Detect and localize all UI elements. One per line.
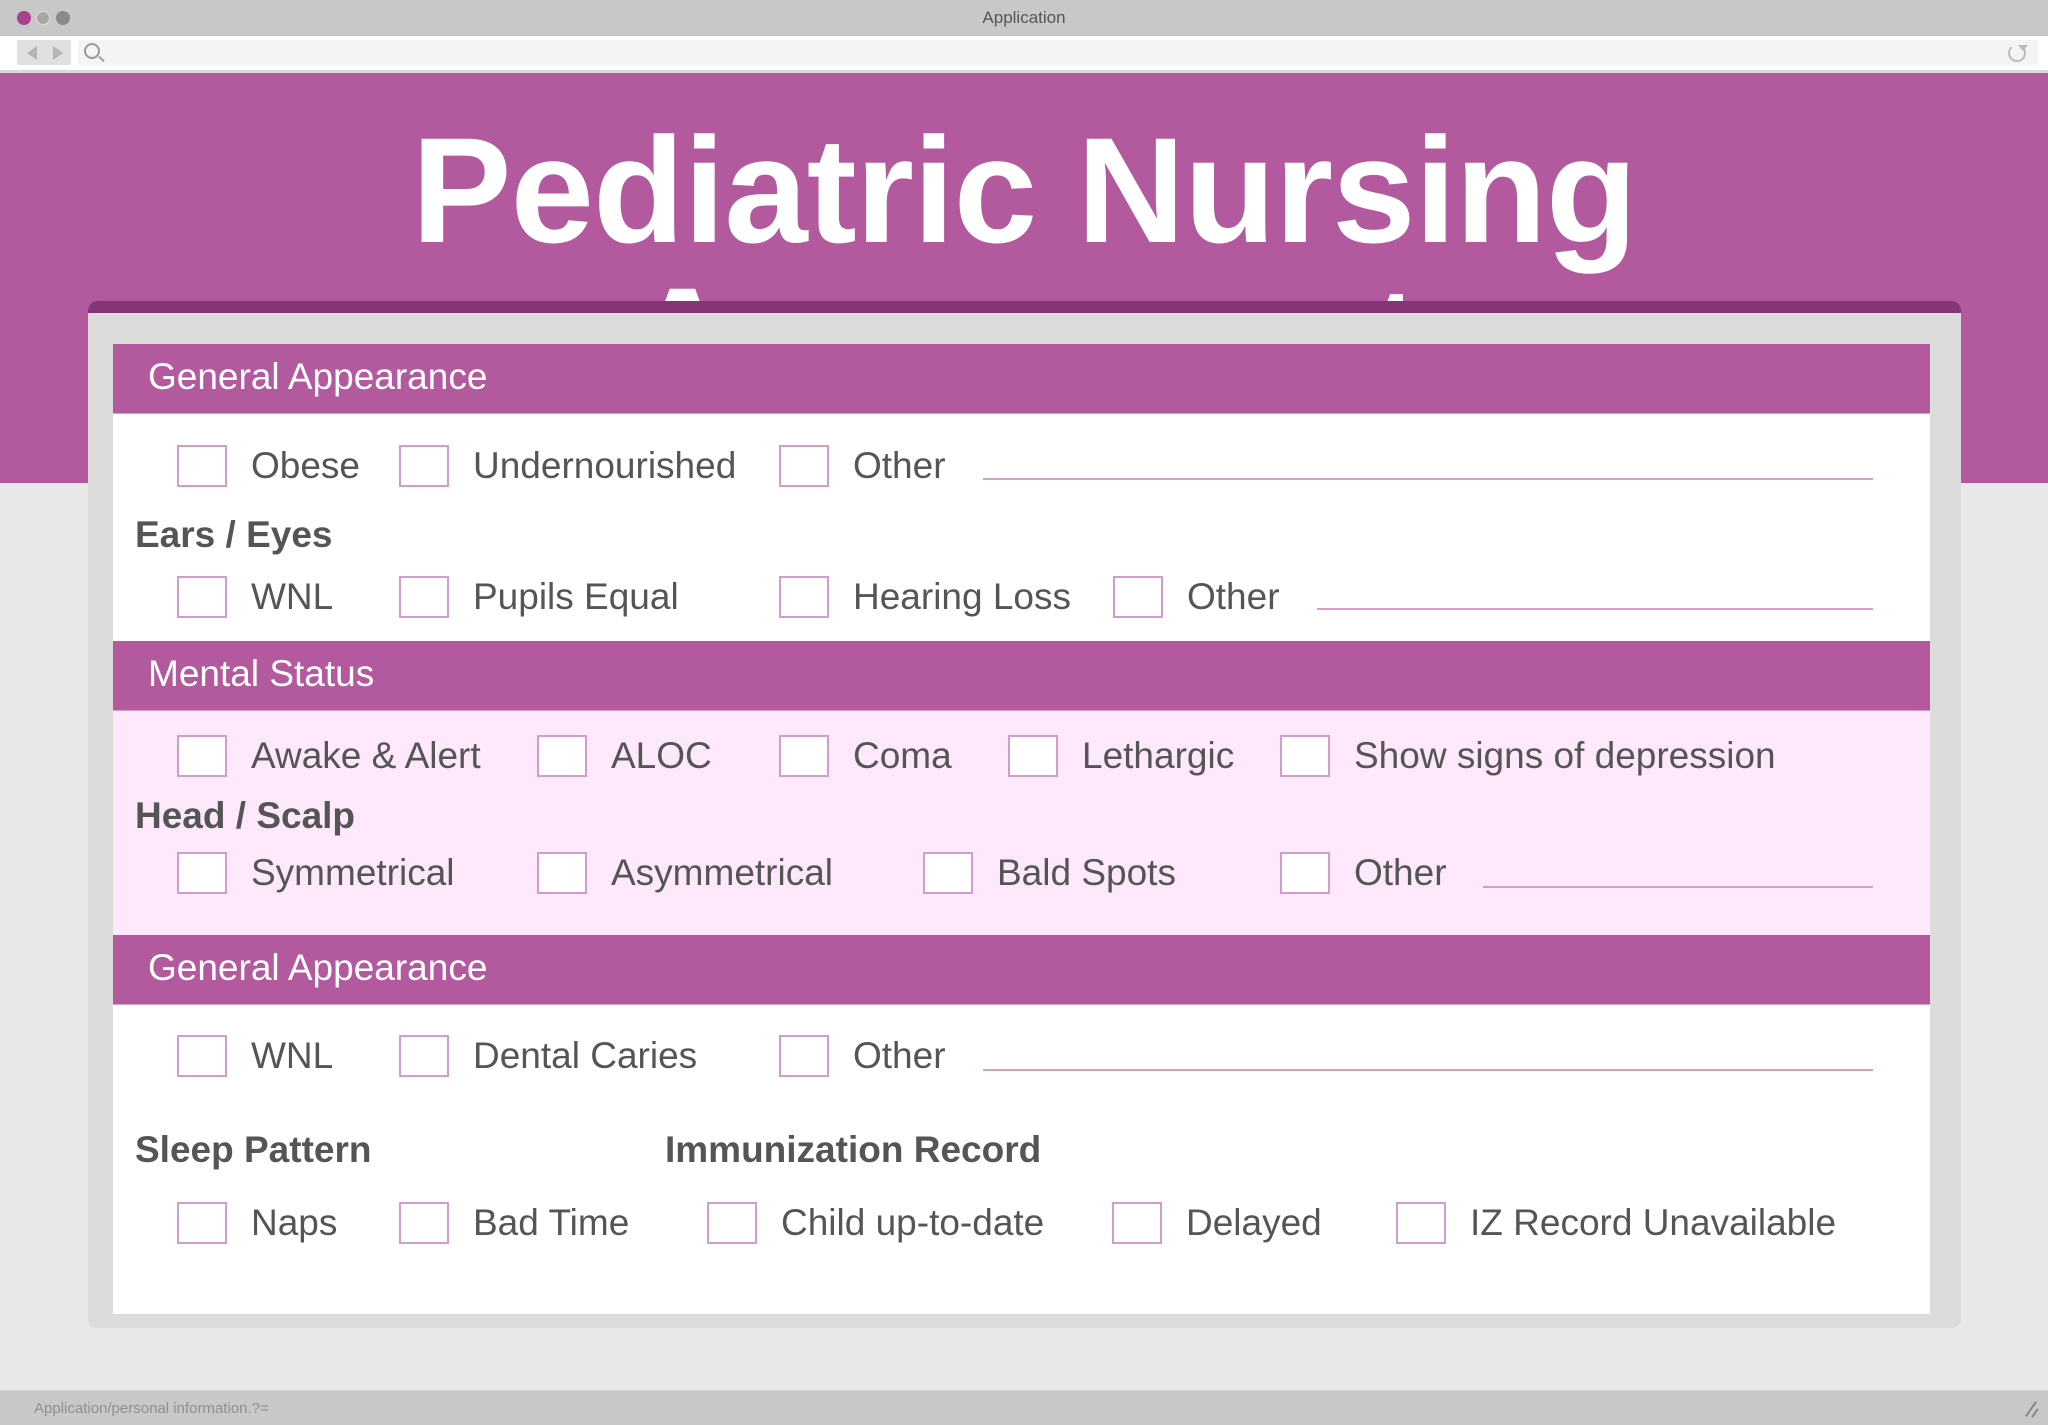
window-titlebar: Application (0, 0, 2048, 36)
checkbox[interactable] (779, 735, 829, 777)
reload-icon[interactable] (2008, 44, 2028, 62)
checkbox[interactable] (399, 1035, 449, 1077)
checkbox[interactable] (177, 1035, 227, 1077)
checkbox[interactable] (923, 852, 973, 894)
option-delayed[interactable]: Delayed (1112, 1202, 1322, 1244)
option-wnl[interactable]: WNL (177, 576, 333, 618)
option-aloc[interactable]: ALOC (537, 735, 712, 777)
checkbox[interactable] (779, 445, 829, 487)
status-text: Application/personal information.?= (34, 1400, 269, 1417)
other-text-line[interactable] (1483, 886, 1873, 888)
resize-grip-icon[interactable] (2024, 1401, 2040, 1417)
checkbox[interactable] (1008, 735, 1058, 777)
option-dental-caries[interactable]: Dental Caries (399, 1035, 697, 1077)
option-asymmetrical[interactable]: Asymmetrical (537, 852, 833, 894)
option-iz-record-unavailable[interactable]: IZ Record Unavailable (1396, 1202, 1836, 1244)
option-child-up-to-date[interactable]: Child up-to-date (707, 1202, 1044, 1244)
section-header-mental-status: Mental Status (113, 641, 1930, 711)
section-general-appearance-sleep-immunization: WNL Dental Caries Other Sleep Pattern Im… (113, 1005, 1930, 1314)
label-sleep-pattern: Sleep Pattern (135, 1129, 372, 1170)
option-naps[interactable]: Naps (177, 1202, 337, 1244)
form-panel: General Appearance Obese Undernourished … (113, 344, 1930, 1314)
back-arrow-icon[interactable] (27, 46, 37, 60)
checkbox[interactable] (779, 576, 829, 618)
option-other[interactable]: Other (779, 1035, 946, 1077)
checkbox[interactable] (537, 735, 587, 777)
checkbox[interactable] (707, 1202, 757, 1244)
checkbox[interactable] (779, 1035, 829, 1077)
option-undernourished[interactable]: Undernourished (399, 445, 736, 487)
option-pupils-equal[interactable]: Pupils Equal (399, 576, 679, 618)
checkbox[interactable] (537, 852, 587, 894)
checkbox[interactable] (1396, 1202, 1446, 1244)
option-bald-spots[interactable]: Bald Spots (923, 852, 1176, 894)
checkbox[interactable] (177, 445, 227, 487)
checkbox[interactable] (1280, 852, 1330, 894)
option-bad-time[interactable]: Bad Time (399, 1202, 629, 1244)
checkbox[interactable] (1112, 1202, 1162, 1244)
other-text-line[interactable] (983, 1069, 1873, 1071)
checkbox[interactable] (399, 576, 449, 618)
window-title: Application (982, 8, 1066, 27)
search-icon (84, 43, 100, 59)
card-top-strip (88, 301, 1961, 313)
section-header-general-appearance: General Appearance (113, 935, 1930, 1005)
address-bar[interactable] (78, 40, 2038, 65)
option-other[interactable]: Other (1280, 852, 1447, 894)
option-hearing-loss[interactable]: Hearing Loss (779, 576, 1071, 618)
status-bar: Application/personal information.?= (0, 1390, 2048, 1425)
label-ears-eyes: Ears / Eyes (135, 514, 333, 555)
section-general-appearance-ears-eyes: Obese Undernourished Other Ears / Eyes W… (113, 414, 1930, 641)
option-coma[interactable]: Coma (779, 735, 952, 777)
option-wnl[interactable]: WNL (177, 1035, 333, 1077)
browser-toolbar (0, 36, 2048, 73)
checkbox[interactable] (177, 735, 227, 777)
option-show-signs-of-depression[interactable]: Show signs of depression (1280, 735, 1776, 777)
label-immunization-record: Immunization Record (665, 1129, 1042, 1170)
checkbox[interactable] (1280, 735, 1330, 777)
label-head-scalp: Head / Scalp (135, 795, 356, 836)
option-symmetrical[interactable]: Symmetrical (177, 852, 455, 894)
checkbox[interactable] (399, 445, 449, 487)
assessment-form-card: General Appearance Obese Undernourished … (88, 301, 1961, 1328)
checkbox[interactable] (177, 576, 227, 618)
forward-arrow-icon[interactable] (53, 46, 63, 60)
other-text-line[interactable] (983, 478, 1873, 480)
checkbox[interactable] (177, 852, 227, 894)
section-header-general-appearance: General Appearance (113, 344, 1930, 414)
option-lethargic[interactable]: Lethargic (1008, 735, 1234, 777)
section-mental-status-head-scalp: Awake & Alert ALOC Coma Lethargic Show s… (113, 711, 1930, 935)
checkbox[interactable] (1113, 576, 1163, 618)
checkbox[interactable] (177, 1202, 227, 1244)
option-other[interactable]: Other (779, 445, 946, 487)
checkbox[interactable] (399, 1202, 449, 1244)
option-obese[interactable]: Obese (177, 445, 360, 487)
other-text-line[interactable] (1317, 608, 1873, 610)
nav-buttons (17, 40, 71, 65)
option-awake-alert[interactable]: Awake & Alert (177, 735, 481, 777)
option-other[interactable]: Other (1113, 576, 1280, 618)
